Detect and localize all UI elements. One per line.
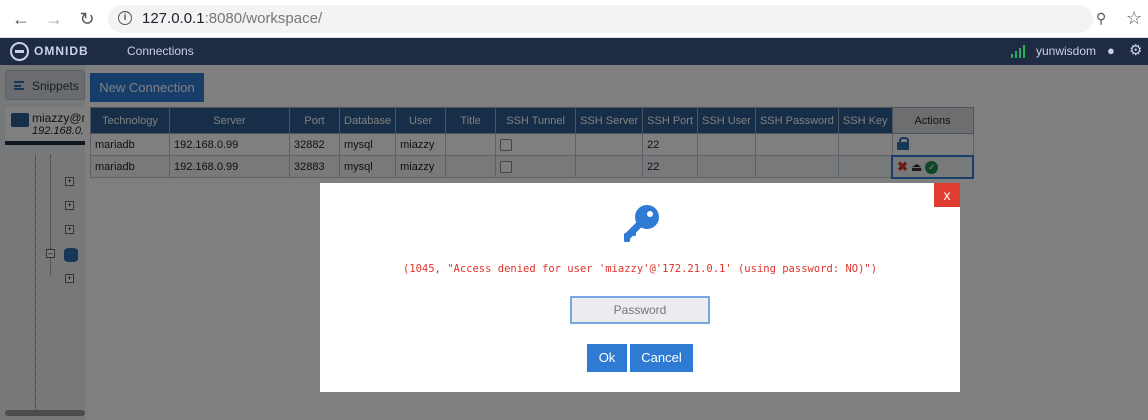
header-username[interactable]: yunwisdom (1036, 44, 1096, 58)
gear-icon[interactable]: ⚙ (1129, 41, 1142, 59)
password-input[interactable] (570, 296, 710, 324)
cancel-button[interactable]: Cancel (630, 344, 693, 372)
info-icon[interactable]: i (118, 11, 132, 25)
password-dialog: x (1045, "Access denied for user 'miazzy… (320, 183, 960, 392)
nav-connections[interactable]: Connections (127, 44, 194, 58)
error-message: (1045, "Access denied for user 'miazzy'@… (402, 263, 878, 275)
address-bar[interactable]: i 127.0.0.1:8080/workspace/ (108, 5, 1093, 33)
browser-toolbar: ← → ↻ i 127.0.0.1:8080/workspace/ ⚲ ☆ (0, 0, 1148, 38)
logo-text: OMNIDB (34, 44, 89, 58)
ok-button[interactable]: Ok (587, 344, 627, 372)
close-button[interactable]: x (934, 183, 960, 207)
reload-icon[interactable]: ↻ (77, 9, 97, 29)
key-icon (624, 205, 659, 242)
key-icon[interactable]: ⚲ (1096, 10, 1114, 28)
signal-icon (1011, 44, 1027, 58)
forward-arrow-icon[interactable]: → (44, 9, 64, 29)
app-header: OMNIDB Connections yunwisdom ● ⚙ (0, 38, 1148, 65)
url-text: 127.0.0.1:8080/workspace/ (142, 10, 323, 27)
back-arrow-icon[interactable]: ← (11, 9, 31, 29)
logo-icon (10, 42, 29, 61)
star-icon[interactable]: ☆ (1126, 8, 1142, 29)
user-icon[interactable]: ● (1107, 43, 1115, 58)
